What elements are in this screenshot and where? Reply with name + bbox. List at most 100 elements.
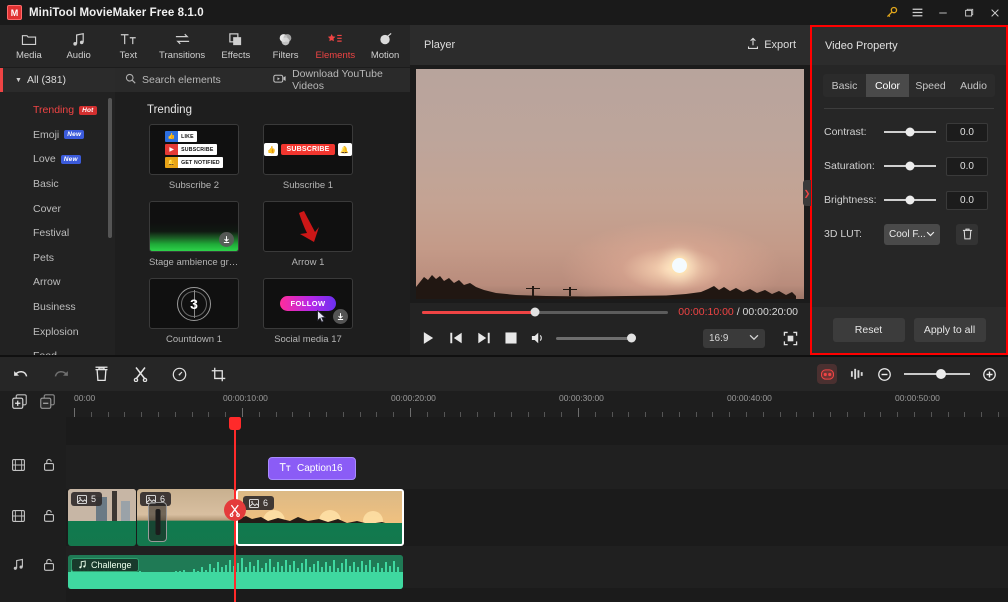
tab-basic[interactable]: Basic <box>823 74 866 97</box>
caption-clip[interactable]: Caption16 <box>268 457 356 480</box>
timeline-lanes[interactable]: Caption16 5 6 6 Challenge <box>66 417 1008 602</box>
element-card[interactable]: Arrow 1 <box>263 201 353 268</box>
category-item-cover[interactable]: Cover <box>0 196 115 221</box>
volume-handle[interactable] <box>627 333 636 343</box>
unlock-icon[interactable] <box>43 509 55 527</box>
panel-collapse-handle[interactable]: ❯ <box>803 180 811 206</box>
element-card[interactable]: FOLLOW Social media 17 <box>263 278 353 345</box>
zoom-in-button[interactable] <box>983 367 996 381</box>
music-icon[interactable] <box>12 558 25 576</box>
remove-track-button[interactable] <box>39 394 55 414</box>
film-icon[interactable] <box>11 458 25 476</box>
saturation-handle[interactable] <box>905 161 915 171</box>
undo-button[interactable] <box>12 367 29 382</box>
toolbar-item-audio[interactable]: Audio <box>54 25 104 68</box>
record-button[interactable] <box>817 364 837 384</box>
zoom-handle[interactable] <box>935 369 946 379</box>
element-thumbnail-subscribe1[interactable]: 👍 SUBSCRIBE 🔔 <box>263 124 353 175</box>
apply-to-all-button[interactable]: Apply to all <box>913 318 986 342</box>
category-item-pets[interactable]: Pets <box>0 246 115 271</box>
toolbar-item-elements[interactable]: Elements <box>310 25 360 68</box>
fullscreen-button[interactable] <box>783 331 798 346</box>
stop-button[interactable] <box>505 332 517 344</box>
saturation-slider[interactable] <box>884 161 936 171</box>
tab-speed[interactable]: Speed <box>909 74 952 97</box>
playhead-handle[interactable] <box>229 417 241 430</box>
download-youtube-button[interactable]: Download YouTube Videos <box>273 68 410 92</box>
crop-button[interactable] <box>211 367 226 382</box>
lane-text[interactable] <box>66 445 1008 489</box>
play-button[interactable] <box>422 331 435 345</box>
element-card[interactable]: 👍 SUBSCRIBE 🔔 Subscribe 1 <box>263 124 353 191</box>
element-thumbnail-follow[interactable]: FOLLOW <box>263 278 353 329</box>
category-item-basic[interactable]: Basic <box>0 172 115 197</box>
redo-button[interactable] <box>53 367 70 382</box>
category-item-business[interactable]: Business <box>0 295 115 320</box>
delete-button[interactable] <box>94 366 109 382</box>
audio-mix-button[interactable] <box>850 367 865 381</box>
toolbar-item-effects[interactable]: Effects <box>211 25 261 68</box>
download-icon[interactable] <box>333 309 348 324</box>
category-item-festival[interactable]: Festival <box>0 221 115 246</box>
saturation-value[interactable]: 0.0 <box>946 156 988 176</box>
split-button[interactable] <box>133 366 148 382</box>
element-thumbnail-countdown[interactable]: 3 <box>149 278 239 329</box>
delete-lut-button[interactable] <box>956 223 978 245</box>
hamburger-icon[interactable] <box>904 0 930 25</box>
toolbar-item-text[interactable]: Text <box>104 25 154 68</box>
category-item-explosion[interactable]: Explosion <box>0 319 115 344</box>
element-thumbnail-subscribe2[interactable]: 👍 LIKE ▶ SUBSCRIBE 🔔 GET NOTIFIED <box>149 124 239 175</box>
contrast-handle[interactable] <box>905 127 915 137</box>
seek-slider[interactable] <box>422 307 669 317</box>
video-clip-1[interactable]: 5 <box>68 489 136 546</box>
tab-audio[interactable]: Audio <box>952 74 995 97</box>
category-all[interactable]: ▼ All (381) <box>0 68 115 92</box>
brightness-value[interactable]: 0.0 <box>946 190 988 210</box>
tab-color[interactable]: Color <box>866 74 909 97</box>
video-clip-3-selected[interactable]: 6 <box>236 489 404 546</box>
export-button[interactable]: Export <box>747 37 796 53</box>
element-card[interactable]: Stage ambience gre... <box>149 201 239 268</box>
reset-button[interactable]: Reset <box>832 318 905 342</box>
search-input[interactable]: Search elements <box>115 73 267 87</box>
category-item-arrow[interactable]: Arrow <box>0 270 115 295</box>
speed-button[interactable] <box>172 367 187 382</box>
download-icon[interactable] <box>219 232 234 247</box>
category-item-emoji[interactable]: Emoji New <box>0 123 115 148</box>
zoom-out-button[interactable] <box>878 367 891 381</box>
element-thumbnail-stage[interactable] <box>149 201 239 252</box>
film-icon[interactable] <box>11 509 25 527</box>
category-item-food[interactable]: Food <box>0 344 115 355</box>
element-card[interactable]: 3 Countdown 1 <box>149 278 239 345</box>
key-icon[interactable] <box>878 0 904 25</box>
toolbar-item-media[interactable]: Media <box>4 25 54 68</box>
next-frame-button[interactable] <box>477 331 491 345</box>
brightness-slider[interactable] <box>884 195 936 205</box>
brightness-handle[interactable] <box>905 195 915 205</box>
category-item-trending[interactable]: Trending Hot <box>0 98 115 123</box>
toolbar-item-motion[interactable]: Motion <box>360 25 410 68</box>
volume-slider[interactable] <box>556 333 636 343</box>
ruler-scale[interactable]: 00:00 00:00:10:00 00:00:20:00 00:00:30:0… <box>66 391 1008 417</box>
split-at-playhead-button[interactable] <box>224 499 246 521</box>
volume-button[interactable] <box>531 331 546 345</box>
seek-handle[interactable] <box>530 307 540 317</box>
unlock-icon[interactable] <box>43 558 55 576</box>
element-thumbnail-arrow[interactable] <box>263 201 353 252</box>
category-scrollbar[interactable] <box>108 98 112 238</box>
minimize-button[interactable] <box>930 0 956 25</box>
toolbar-item-transitions[interactable]: Transitions <box>153 25 211 68</box>
contrast-value[interactable]: 0.0 <box>946 122 988 142</box>
contrast-slider[interactable] <box>884 127 936 137</box>
timeline-zoom-slider[interactable] <box>904 369 970 379</box>
maximize-button[interactable] <box>956 0 982 25</box>
close-button[interactable] <box>982 0 1008 25</box>
aspect-ratio-select[interactable]: 16:9 <box>703 328 765 348</box>
element-card[interactable]: 👍 LIKE ▶ SUBSCRIBE 🔔 GET NOTIFIED Subscribe… <box>149 124 239 191</box>
lut-select[interactable]: Cool F... <box>884 223 940 245</box>
category-item-love[interactable]: Love New <box>0 147 115 172</box>
previous-frame-button[interactable] <box>449 331 463 345</box>
unlock-icon[interactable] <box>43 458 55 476</box>
clip-volume-handle[interactable] <box>148 502 167 542</box>
add-track-button[interactable] <box>11 394 27 414</box>
